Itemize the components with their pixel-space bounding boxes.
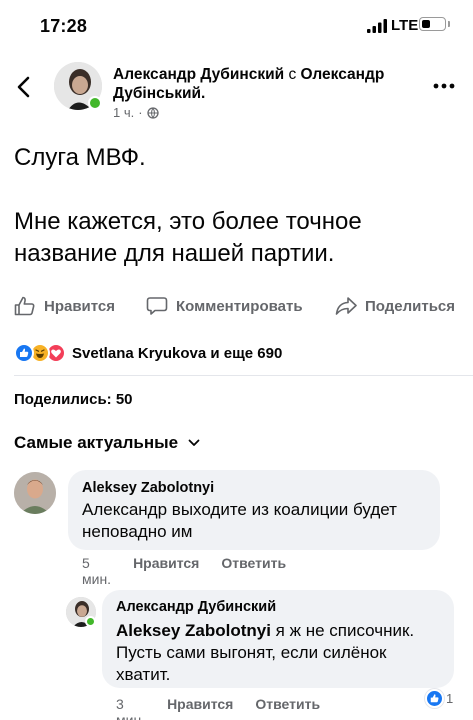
comment-button[interactable]: Комментировать [146,296,303,316]
post-text-line1: Слуга МВФ. [14,144,146,171]
like-icon [14,343,34,363]
chevron-down-icon [188,439,200,446]
battery-icon [419,17,446,31]
battery-level [421,19,430,28]
comment-author[interactable]: Aleksey Zabolotnyi [82,480,426,496]
comment-like-button[interactable]: Нравится [133,555,199,587]
network-label: LTE [391,17,419,34]
reply-online-dot [85,616,96,627]
reactions-summary[interactable]: Svetlana Kryukova и еще 690 [14,342,282,364]
like-label: Нравится [44,297,116,315]
post-actions: Нравится Комментировать Поделиться [0,290,473,324]
commenter-avatar[interactable] [14,472,56,514]
post-body: Слуга МВФ. Мне кажется, это более точное… [14,142,464,270]
back-arrow-icon[interactable] [14,76,34,98]
reply-reaction-count: 1 [446,691,454,706]
comment-icon [146,297,168,315]
meta-dot: · [138,105,143,120]
commenter-photo-icon [14,472,56,514]
reactions-text[interactable]: Svetlana Kryukova и еще 690 [72,345,282,362]
comment-bubble[interactable]: Aleksey Zabolotnyi Александр выходите из… [68,470,440,550]
with-word: с [288,66,297,83]
status-time: 17:28 [40,16,88,36]
divider [14,375,473,376]
post-header: Александр Дубинский с Олександр Дубінськ… [0,52,473,122]
share-arrow-icon [335,297,357,315]
like-button[interactable]: Нравится [14,296,115,316]
thumbs-up-icon [14,296,35,316]
comment-label: Комментировать [176,297,303,315]
reply-time: 3 мин. [116,696,146,720]
more-options-icon[interactable] [432,82,456,90]
globe-icon [146,106,159,119]
reply-reply-button[interactable]: Ответить [255,696,320,720]
sort-label: Самые актуальные [14,433,179,452]
comment-text: Александр выходите из коалиции будет неп… [82,500,397,541]
status-bar: 17:28 LTE [0,0,473,50]
share-button[interactable]: Поделиться [335,296,455,316]
signal-icon [367,19,387,33]
reply-author[interactable]: Александр Дубинский [116,599,440,615]
post-meta: 1 ч. · [113,105,159,120]
comments-sort[interactable]: Самые актуальные [14,433,200,453]
online-status-dot [88,96,102,110]
post-time[interactable]: 1 ч. [113,105,134,120]
reply-mention[interactable]: Aleksey Zabolotnyi [116,621,271,640]
reply-text-block: Aleksey Zabolotnyi я ж не списочник. Пус… [116,620,440,686]
reply-footer: 3 мин. Нравится Ответить [116,696,320,720]
reply-reaction-badge[interactable]: 1 [425,689,453,708]
shares-count[interactable]: Поделились: 50 [14,391,133,408]
post-text-line2: Мне кажется, это более точное название д… [14,208,362,267]
author-name[interactable]: Александр Дубинский [113,66,284,83]
battery-cap [448,21,450,27]
reply-bubble[interactable]: Александр Дубинский Aleksey Zabolotnyi я… [102,590,454,688]
comment-footer: 5 мин. Нравится Ответить [82,555,286,587]
comment-reply-button[interactable]: Ответить [221,555,286,587]
reply-like-button[interactable]: Нравится [167,696,233,720]
post-author-line[interactable]: Александр Дубинский с Олександр Дубінськ… [113,65,418,103]
like-icon [425,689,444,708]
share-label: Поделиться [365,297,456,315]
comment-time: 5 мин. [82,555,112,587]
